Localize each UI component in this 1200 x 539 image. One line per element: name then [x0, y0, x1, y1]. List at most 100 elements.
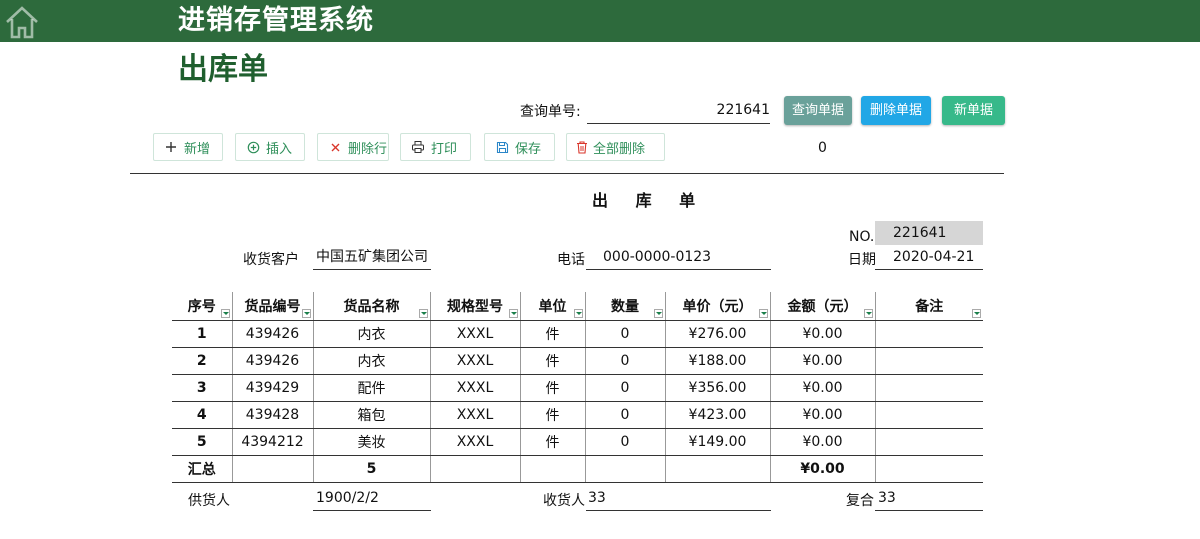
col-header-price[interactable]: 单价（元） [664, 292, 770, 321]
receiver-field[interactable]: 33 [586, 489, 771, 511]
table-cell[interactable]: 0 [584, 401, 665, 429]
table-cell[interactable]: 配件 [312, 374, 430, 402]
table-cell[interactable]: XXXL [429, 347, 520, 375]
table-cell[interactable]: 0 [584, 374, 665, 402]
col-header-seq[interactable]: 序号 [172, 292, 232, 321]
new-doc-button[interactable]: 新单据 [942, 96, 1005, 125]
table-cell[interactable]: XXXL [429, 428, 520, 456]
table-cell[interactable]: 2 [172, 347, 232, 375]
delete-all-button-label: 全部删除 [593, 141, 646, 157]
customer-field[interactable]: 中国五矿集团公司 [313, 248, 431, 270]
home-icon[interactable] [4, 4, 40, 40]
add-button[interactable]: 新增 [153, 133, 223, 161]
delete-all-button[interactable]: 全部删除 [566, 133, 665, 161]
receiver-label: 收货人 [543, 493, 585, 509]
table-cell[interactable]: ¥0.00 [769, 428, 875, 456]
table-cell[interactable]: 件 [519, 428, 585, 456]
filter-dropdown-icon[interactable] [863, 309, 873, 318]
table-cell[interactable] [874, 374, 983, 402]
table-cell[interactable]: 0 [584, 428, 665, 456]
col-header-qty[interactable]: 数量 [584, 292, 665, 321]
col-header-label: 金额（元） [787, 299, 858, 315]
table-cell[interactable]: XXXL [429, 401, 520, 429]
table-cell[interactable]: 4394212 [231, 428, 313, 456]
table-cell[interactable]: XXXL [429, 374, 520, 402]
filter-dropdown-icon[interactable] [758, 309, 768, 318]
delete-row-button[interactable]: 删除行 [317, 133, 389, 161]
plus-icon [164, 140, 178, 154]
table-cell[interactable]: XXXL [429, 320, 520, 348]
phone-field[interactable]: 000-0000-0123 [586, 248, 771, 270]
table-cell[interactable] [874, 347, 983, 375]
save-button[interactable]: 保存 [484, 133, 555, 161]
form-title: 出 库 单 [592, 191, 707, 210]
table-cell[interactable]: 4 [172, 401, 232, 429]
table-cell[interactable]: 内衣 [312, 347, 430, 375]
no-value[interactable]: 221641 [875, 221, 983, 245]
filter-dropdown-icon[interactable] [508, 309, 518, 318]
table-cell[interactable]: ¥356.00 [664, 374, 770, 402]
summary-total: ¥0.00 [769, 455, 875, 483]
filter-dropdown-icon[interactable] [573, 309, 583, 318]
filter-dropdown-icon[interactable] [301, 309, 311, 318]
table-cell[interactable]: 箱包 [312, 401, 430, 429]
table-row: 1 439426 内衣 XXXL 件 0 ¥276.00 ¥0.00 [172, 320, 983, 348]
table-cell[interactable]: ¥0.00 [769, 347, 875, 375]
table-cell[interactable]: 内衣 [312, 320, 430, 348]
col-header-remark[interactable]: 备注 [874, 292, 983, 321]
table-cell[interactable]: ¥423.00 [664, 401, 770, 429]
table-cell[interactable]: 美妆 [312, 428, 430, 456]
filter-dropdown-icon[interactable] [653, 309, 663, 318]
printer-icon [411, 140, 425, 154]
table-cell [519, 455, 585, 483]
reviewer-field[interactable]: 33 [875, 489, 983, 511]
reviewer-label: 复合 [846, 493, 874, 509]
table-cell[interactable]: 3 [172, 374, 232, 402]
col-header-label: 货品编号 [244, 299, 301, 315]
col-header-spec[interactable]: 规格型号 [429, 292, 520, 321]
table-cell[interactable]: ¥0.00 [769, 401, 875, 429]
app-title: 进销存管理系统 [178, 5, 374, 36]
table-cell[interactable]: ¥0.00 [769, 320, 875, 348]
supplier-label: 供货人 [188, 493, 230, 509]
table-cell[interactable]: 件 [519, 401, 585, 429]
table-cell[interactable]: 0 [584, 347, 665, 375]
query-doc-button[interactable]: 查询单据 [784, 96, 852, 125]
col-header-amount[interactable]: 金额（元） [769, 292, 875, 321]
table-cell[interactable]: ¥188.00 [664, 347, 770, 375]
table-cell[interactable] [874, 320, 983, 348]
col-header-unit[interactable]: 单位 [519, 292, 585, 321]
table-cell[interactable]: 0 [584, 320, 665, 348]
table-cell[interactable] [874, 401, 983, 429]
query-number-input[interactable] [587, 96, 770, 124]
table-cell[interactable]: 1 [172, 320, 232, 348]
table-cell[interactable]: 件 [519, 374, 585, 402]
table-cell[interactable] [874, 428, 983, 456]
filter-dropdown-icon[interactable] [418, 309, 428, 318]
no-label: NO. [849, 229, 875, 245]
table-cell[interactable]: ¥0.00 [769, 374, 875, 402]
table-cell[interactable]: 439429 [231, 374, 313, 402]
insert-button[interactable]: 插入 [235, 133, 305, 161]
col-header-code[interactable]: 货品编号 [231, 292, 313, 321]
supplier-field[interactable]: 1900/2/2 [313, 489, 431, 511]
table-cell[interactable]: ¥276.00 [664, 320, 770, 348]
table-cell[interactable]: 件 [519, 347, 585, 375]
print-button[interactable]: 打印 [400, 133, 471, 161]
table-cell[interactable]: 439426 [231, 320, 313, 348]
table-cell[interactable]: 439428 [231, 401, 313, 429]
table-cell[interactable]: ¥149.00 [664, 428, 770, 456]
insert-button-label: 插入 [266, 141, 293, 157]
delete-doc-button[interactable]: 删除单据 [861, 96, 931, 125]
col-header-name[interactable]: 货品名称 [312, 292, 430, 321]
table-cell [584, 455, 665, 483]
date-field[interactable]: 2020-04-21 [875, 248, 983, 270]
filter-dropdown-icon[interactable] [220, 309, 230, 318]
filter-dropdown-icon[interactable] [972, 309, 981, 318]
table-cell[interactable]: 439426 [231, 347, 313, 375]
table-row: 4 439428 箱包 XXXL 件 0 ¥423.00 ¥0.00 [172, 401, 983, 429]
page-title: 出库单 [178, 52, 268, 87]
table-cell[interactable]: 件 [519, 320, 585, 348]
divider [130, 173, 1004, 174]
table-cell[interactable]: 5 [172, 428, 232, 456]
